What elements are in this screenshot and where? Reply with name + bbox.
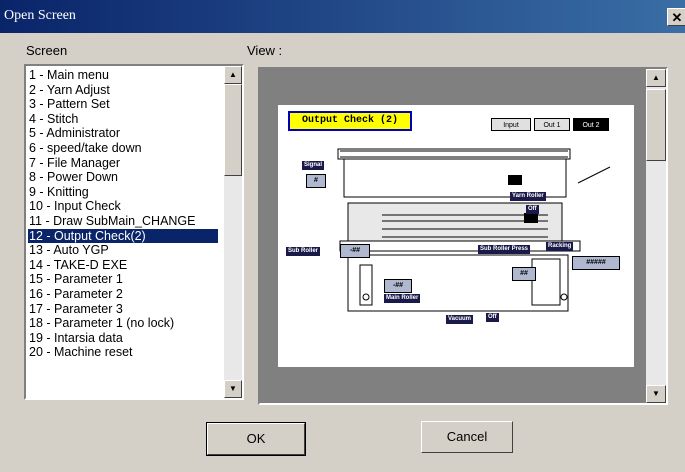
list-item[interactable]: 1 - Main menu [28,68,218,83]
down-arrow-icon: ▼ [229,384,237,393]
preview-value-racking: ##### [572,256,620,270]
ok-button[interactable]: OK [206,422,306,456]
view-scroll-down-button[interactable]: ▼ [646,385,666,403]
preview-label-sub-roller-press: Sub Roller Press [478,245,531,254]
preview-value-sub-roller-press: ## [512,267,536,281]
open-screen-dialog: Open Screen ✕ Screen View : 1 - Main men… [0,0,685,472]
preview-label-vacuum: Vacuum [446,315,474,324]
list-item[interactable]: 15 - Parameter 1 [28,272,218,287]
preview-value-sub-roller: -## [340,244,370,258]
machine-diagram [337,148,611,312]
screen-listbox[interactable]: 1 - Main menu 2 - Yarn Adjust 3 - Pattern … [24,64,244,400]
cancel-button[interactable]: Cancel [421,421,513,453]
screen-preview: Output Check (2) Input Out 1 Out 2 Signa… [278,105,634,367]
window-title: Open Screen [4,8,76,23]
up-arrow-icon: ▲ [229,70,237,79]
preview-label-main-roller: Main Roller [384,294,421,303]
screen-list: 1 - Main menu 2 - Yarn Adjust 3 - Pattern … [28,68,218,360]
list-item[interactable]: 4 - Stitch [28,112,218,127]
list-item[interactable]: 12 - Output Check(2) [28,228,218,244]
view-scroll-up-button[interactable]: ▲ [646,69,666,87]
view-scroll-thumb[interactable] [646,89,666,161]
list-item[interactable]: 16 - Parameter 2 [28,287,218,302]
list-item[interactable]: 20 - Machine reset [28,345,218,360]
list-scrollbar[interactable]: ▲ ▼ [224,66,242,398]
scroll-down-button[interactable]: ▼ [224,380,242,398]
list-item[interactable]: 10 - Input Check [28,199,218,214]
list-item[interactable]: 11 - Draw SubMain_CHANGE [28,214,218,229]
view-panel: Output Check (2) Input Out 1 Out 2 Signa… [258,67,668,405]
preview-label-sub-roller: Sub Roller [286,247,321,256]
list-item[interactable]: 13 - Auto YGP [28,243,218,258]
list-item[interactable]: 2 - Yarn Adjust [28,83,218,98]
down-arrow-icon: ▼ [652,389,660,398]
preview-value-vacuum: Off [486,313,499,322]
title-bar[interactable]: Open Screen [0,0,685,33]
scroll-thumb[interactable] [224,84,242,176]
list-item[interactable]: 5 - Administrator [28,126,218,141]
preview-label-yarn-roller: Yarn Roller [510,192,546,201]
close-button[interactable]: ✕ [667,8,685,26]
list-item[interactable]: 3 - Pattern Set [28,97,218,112]
list-item[interactable]: 18 - Parameter 1 (no lock) [28,316,218,331]
list-item[interactable]: 7 - File Manager [28,156,218,171]
list-item[interactable]: 14 - TAKE-D EXE [28,258,218,273]
list-item[interactable]: 6 - speed/take down [28,141,218,156]
preview-value-main-roller: -## [384,279,412,293]
preview-label-racking: Racking [546,242,574,251]
preview-label-signal: Signal [302,161,325,170]
list-item[interactable]: 17 - Parameter 3 [28,302,218,317]
list-item[interactable]: 19 - Intarsia data [28,331,218,346]
list-item[interactable]: 9 - Knitting [28,185,218,200]
screen-label: Screen [26,43,68,58]
preview-value-yarn-roller: Off [526,205,539,214]
preview-value-signal: # [306,174,326,188]
list-item[interactable]: 8 - Power Down [28,170,218,185]
scroll-up-button[interactable]: ▲ [224,66,242,84]
view-scrollbar[interactable]: ▲ ▼ [646,69,666,403]
up-arrow-icon: ▲ [652,73,660,82]
view-label: View : [247,43,283,58]
close-icon: ✕ [671,10,683,25]
